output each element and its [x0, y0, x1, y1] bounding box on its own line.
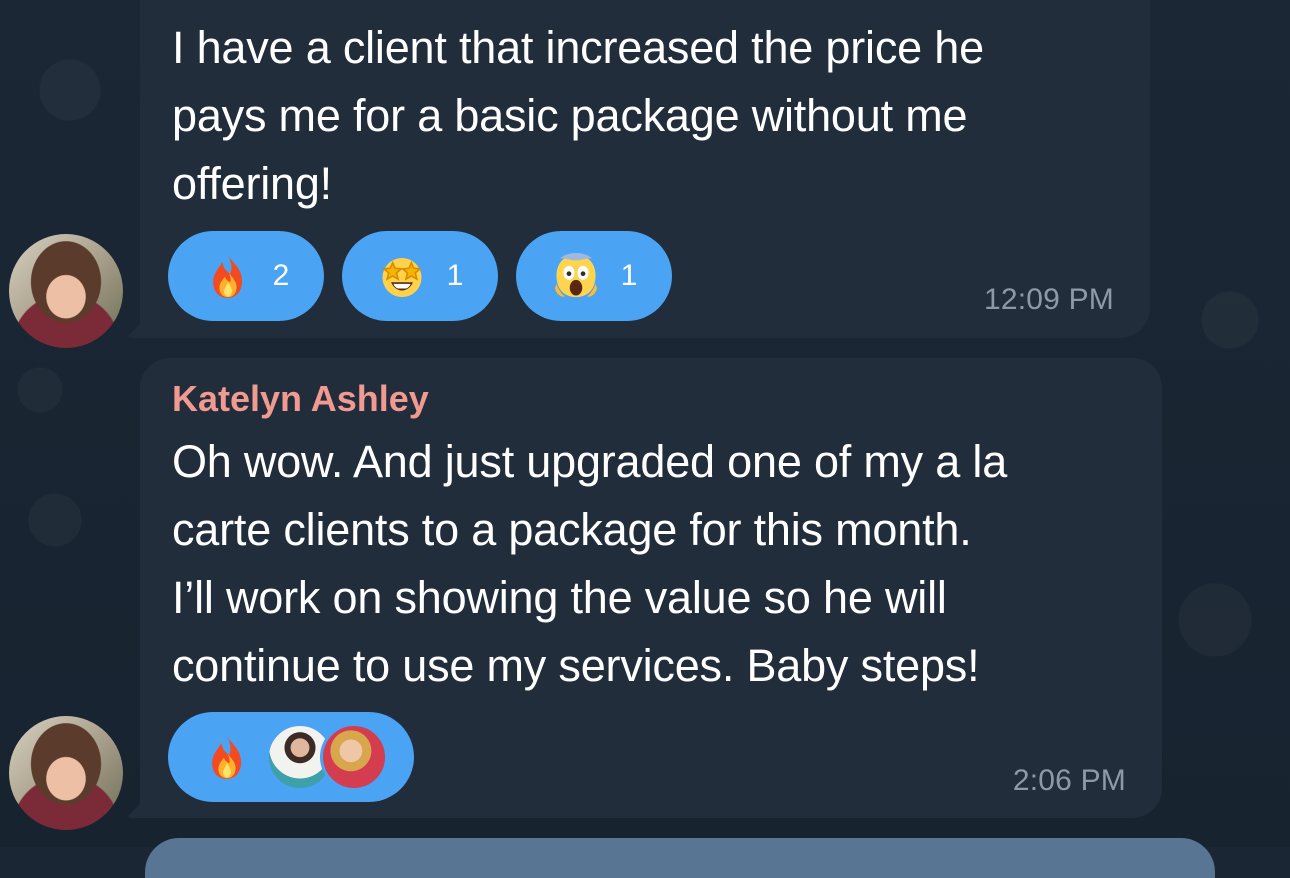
reaction-star-struck-button[interactable]: 1 [342, 231, 498, 321]
reaction-count: 2 [272, 259, 290, 292]
message-text: Oh wow. And just upgraded one of my a la… [172, 436, 1008, 691]
reactor-avatars [266, 723, 388, 791]
reaction-count: 1 [620, 259, 638, 292]
fire-icon [212, 254, 242, 298]
reaction-face-screaming-button[interactable]: 1 [516, 231, 672, 321]
reaction-count: 1 [446, 259, 464, 292]
message-text: I have a client that increased the price… [172, 22, 984, 209]
message-timestamp: 12:09 PM [983, 283, 1114, 316]
reactor-avatar [320, 723, 388, 791]
message-bubble[interactable]: I have a client that increased the price… [126, 0, 1150, 338]
sender-avatar[interactable] [9, 234, 123, 348]
sender-avatar[interactable] [9, 716, 123, 830]
reactions-row [168, 712, 414, 802]
reaction-fire-button[interactable] [168, 712, 414, 802]
fire-icon [212, 735, 242, 779]
star-struck-icon [381, 258, 422, 298]
reactions-row: 2 1 1 [168, 231, 672, 321]
message-bubble[interactable]: Katelyn Ashley Oh wow. And just upgraded… [126, 358, 1162, 818]
face-screaming-icon [554, 252, 597, 298]
message-timestamp: 2:06 PM [1012, 764, 1126, 797]
partial-message-bubble[interactable] [145, 838, 1215, 878]
sender-name[interactable]: Katelyn Ashley [172, 378, 429, 420]
reaction-fire-button[interactable]: 2 [168, 231, 324, 321]
